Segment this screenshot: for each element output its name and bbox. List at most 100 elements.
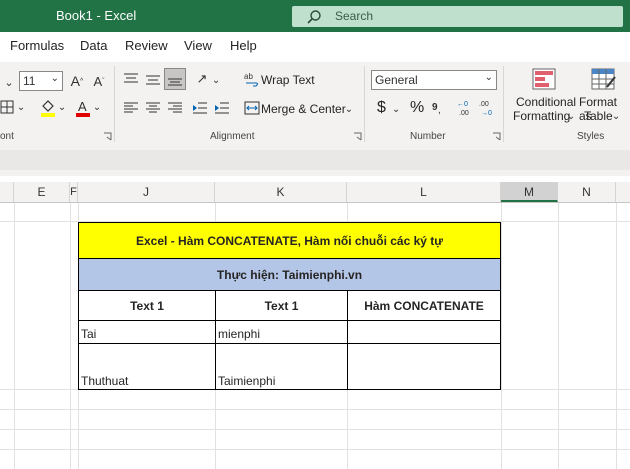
chevron-down-icon[interactable]: ⌄ [567,110,575,122]
orientation-icon[interactable]: ↗ [193,71,211,87]
number-format-value: General [375,73,418,87]
menu-help[interactable]: Help [230,38,257,53]
percent-button[interactable]: % [410,99,424,117]
column-header-l[interactable]: L [347,182,501,202]
svg-text:ab: ab [244,72,253,81]
chevron-down-icon[interactable]: ⌄ [93,100,101,114]
column-header-j[interactable]: J [78,182,215,202]
chevron-down-icon[interactable]: ⌄ [612,110,620,122]
align-middle-icon[interactable] [145,72,161,86]
conditional-formatting-label2[interactable]: Formatting [513,109,570,123]
table-cell[interactable]: Thuthuat [78,343,216,390]
cell-value: Tai [81,327,97,341]
column-header-e[interactable]: E [14,182,70,202]
decrease-decimal-icon[interactable]: .00→0 [479,98,497,118]
align-bottom-button[interactable] [164,68,186,90]
menu-review[interactable]: Review [125,38,168,53]
svg-text:.00: .00 [479,101,489,108]
column-header-f[interactable]: F [70,182,78,202]
title-bar: Book1 - Excel Search [0,0,630,32]
cell-value: Thuthuat [81,374,129,388]
column-header-cell[interactable]: Hàm CONCATENATE [347,290,501,321]
format-as-table-label2[interactable]: Table [584,109,613,123]
ribbon: ⌄ 11 ⌄ A ^ Aˇ ⌄ ⌄ A ⌄ ont ↗ ⌄ ab Wrap Tex… [0,62,630,149]
number-format-select[interactable]: General ⌄ [371,70,497,90]
align-right-icon[interactable] [167,101,183,115]
gridline [0,429,630,430]
chevron-down-icon[interactable]: ⌄ [212,73,220,87]
align-left-icon[interactable] [123,101,139,115]
wrap-text-button[interactable]: Wrap Text [261,73,315,87]
divider [503,66,504,142]
currency-button[interactable]: $ [377,99,386,117]
increase-indent-icon[interactable] [214,101,230,115]
gridline [0,409,630,410]
styles-group-label: Styles [577,131,605,142]
column-header-cell[interactable]: Text 1 [78,290,216,321]
column-header-n[interactable]: N [558,182,616,202]
menu-bar: Formulas Data Review View Help [0,32,630,62]
align-top-icon[interactable] [123,72,139,86]
align-center-icon[interactable] [145,101,161,115]
chevron-down-icon[interactable]: ⌄ [58,100,66,114]
chevron-down-icon[interactable]: ⌄ [4,74,14,90]
dialog-launcher-icon[interactable] [103,132,112,141]
chevron-down-icon[interactable]: ⌄ [392,102,400,116]
conditional-formatting-label1[interactable]: Conditional [516,95,576,109]
search-icon [307,10,321,24]
table-cell[interactable] [347,320,501,344]
svg-text:.00: .00 [459,110,469,117]
increase-font-icon[interactable]: A ^ [68,72,86,90]
decrease-font-icon[interactable]: Aˇ [90,72,108,90]
table-cell[interactable]: mienphi [215,320,348,344]
column-header-cell[interactable]: Text 1 [215,290,348,321]
font-color-icon[interactable]: A [75,98,91,118]
decrease-indent-icon[interactable] [192,101,208,115]
font-group-label: ont [0,131,14,142]
font-size-value: 11 [23,74,36,88]
table-subtitle-cell[interactable]: Thực hiện: Taimienphi.vn [78,258,501,291]
fill-color-icon[interactable] [40,98,56,118]
search-box[interactable]: Search [292,6,623,27]
svg-text:,: , [438,105,441,116]
divider [114,66,115,142]
wrap-text-icon: ab [244,72,258,87]
column-header-partial[interactable] [616,182,630,202]
alignment-group-label: Alignment [210,131,255,142]
svg-text:←0: ←0 [457,101,468,108]
table-cell[interactable]: Taimienphi [215,343,348,390]
dialog-launcher-icon[interactable] [353,132,362,141]
column-header-k[interactable]: K [215,182,347,202]
chevron-down-icon[interactable]: ⌄ [17,100,25,114]
table-title-cell[interactable]: Excel - Hàm CONCATENATE, Hàm nối chuỗi c… [78,222,501,259]
align-bottom-icon [168,78,182,86]
table-cell[interactable]: Tai [78,320,216,344]
chevron-down-icon: ⌄ [484,72,493,83]
borders-icon[interactable] [0,100,14,114]
cell-value: mienphi [218,327,261,341]
number-group-label: Number [410,131,446,142]
increase-decimal-icon[interactable]: ←0.00 [457,98,475,118]
worksheet-grid[interactable]: Excel - Hàm CONCATENATE, Hàm nối chuỗi c… [0,203,630,469]
chevron-down-icon[interactable]: ⌄ [344,102,354,116]
gridline [0,449,630,450]
dialog-launcher-icon[interactable] [492,132,501,141]
column-header-m[interactable]: M [501,182,558,202]
merge-center-icon [244,101,260,115]
font-size-select[interactable]: 11 ⌄ [19,71,63,91]
column-header-partial[interactable] [0,182,14,202]
format-as-table-icon [591,68,616,90]
table-title: Excel - Hàm CONCATENATE, Hàm nối chuỗi c… [136,233,443,248]
svg-text:→0: →0 [481,110,492,117]
comma-style-icon[interactable]: 9, [432,100,448,116]
window-title: Book1 - Excel [56,8,137,23]
header-text-2: Text 1 [264,298,299,313]
menu-formulas[interactable]: Formulas [10,38,64,53]
divider [364,66,365,142]
formula-bar[interactable] [0,150,630,170]
menu-view[interactable]: View [184,38,212,53]
menu-data[interactable]: Data [80,38,107,53]
table-cell[interactable] [347,343,501,390]
table-subtitle: Thực hiện: Taimienphi.vn [216,267,363,282]
merge-center-button[interactable]: Merge & Center [261,102,346,116]
